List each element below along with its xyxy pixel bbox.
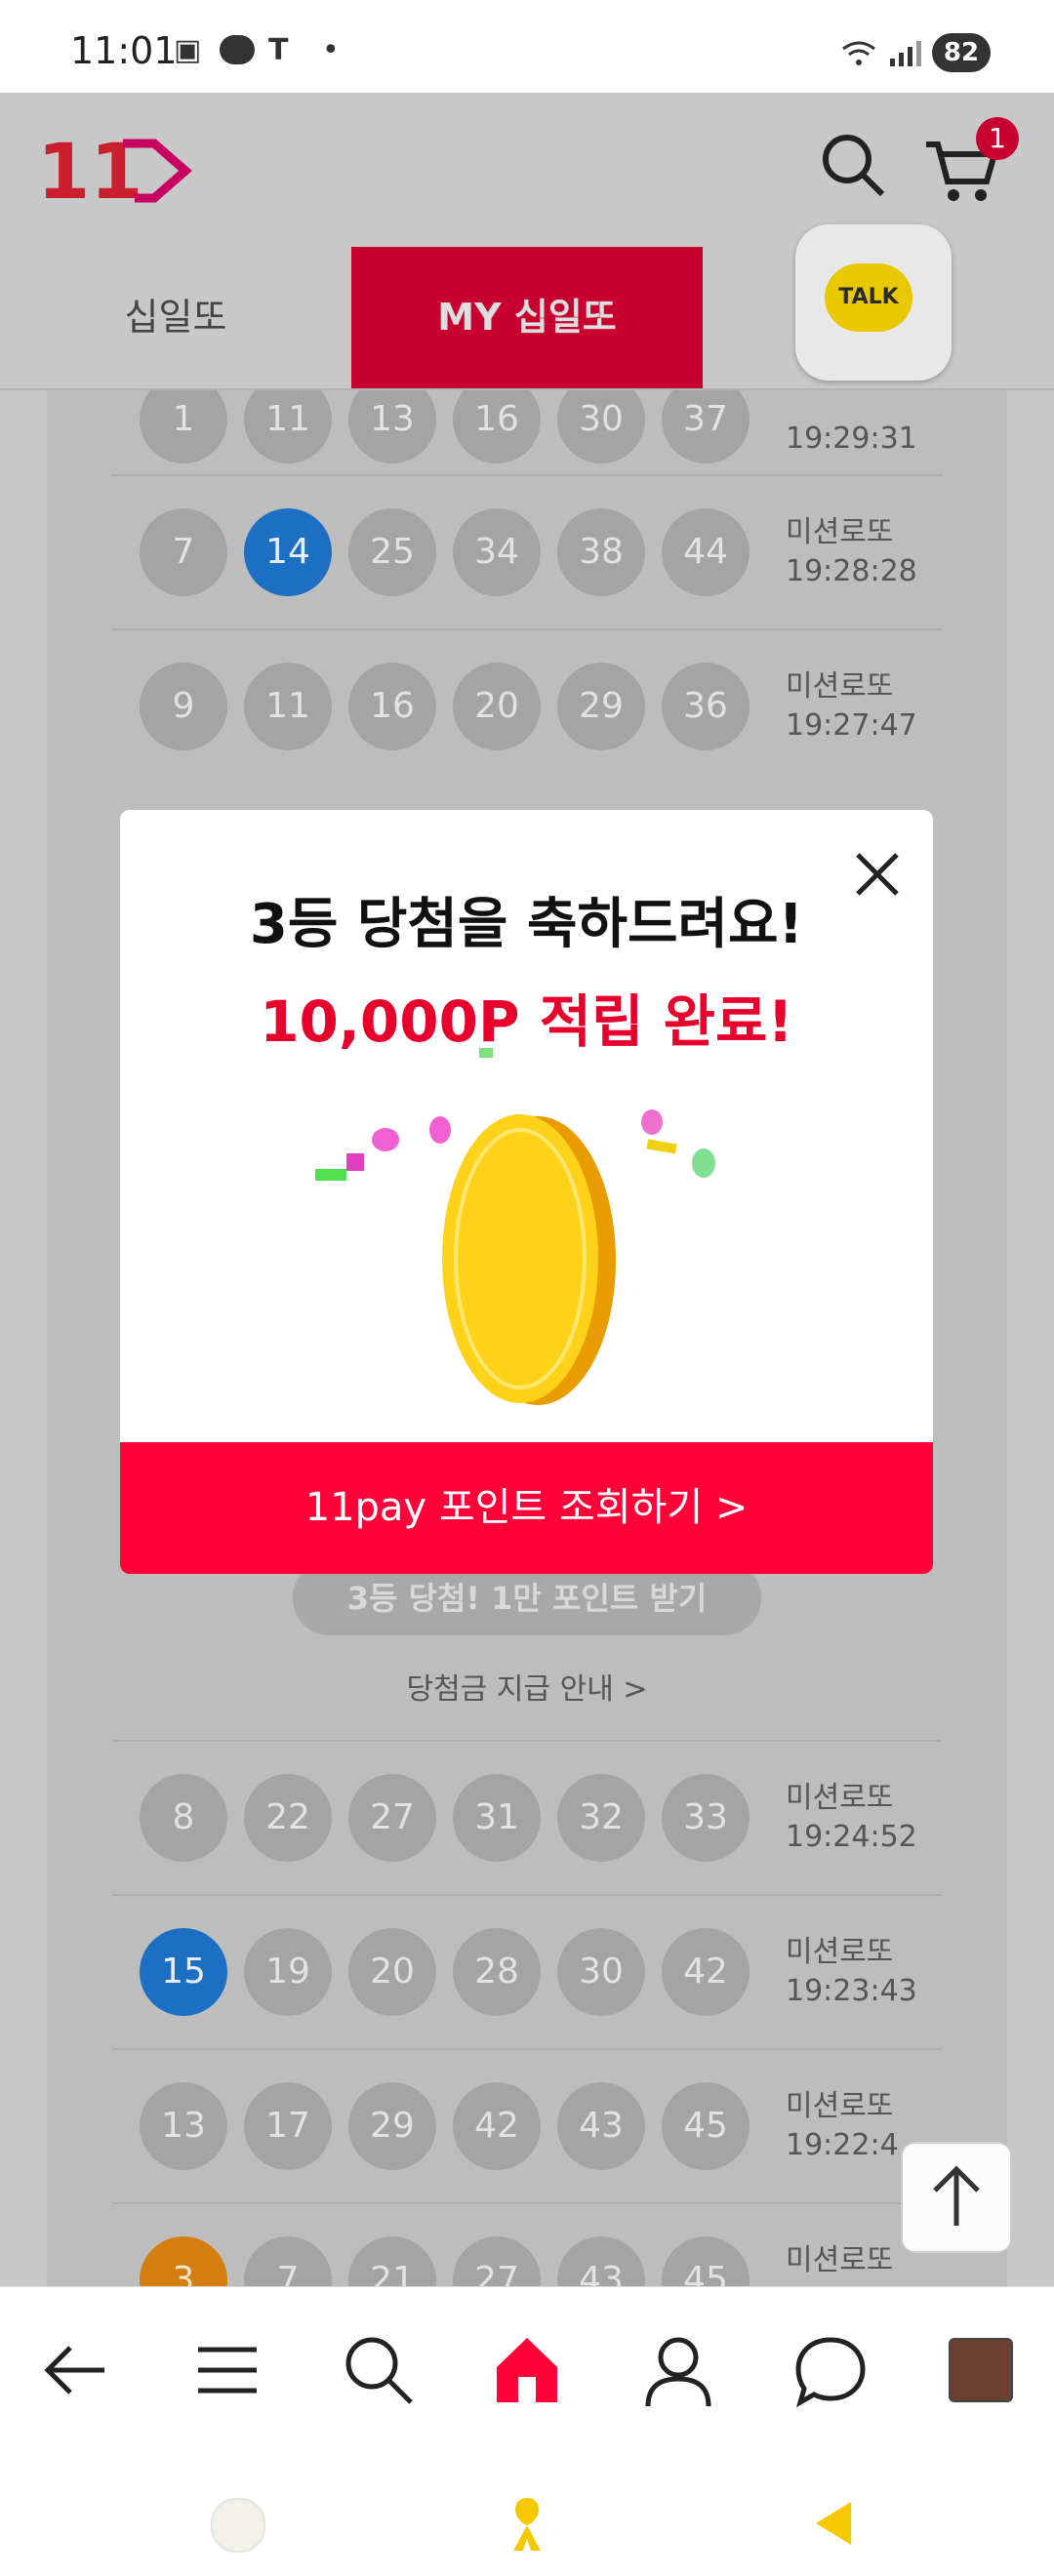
- row-time: 19:29:31: [786, 422, 917, 456]
- row-time: 19:22:4: [786, 2128, 899, 2162]
- lotto-ball: 15: [140, 1928, 227, 2016]
- row-type: 미션로또: [786, 515, 894, 549]
- status-time: 11:01: [70, 29, 178, 72]
- lotto-ball: 30: [557, 1928, 645, 2016]
- battery-indicator: 82: [932, 33, 991, 72]
- row-label: 미션로또 19:27:47: [786, 667, 917, 745]
- lotto-ball: 13: [140, 2082, 227, 2170]
- lotto-ball: 29: [557, 663, 645, 750]
- tab-my-lotto[interactable]: MY 십일또: [351, 247, 703, 388]
- back-icon[interactable]: [31, 2326, 119, 2414]
- row-label: 미션로또 19:22:4: [786, 2087, 899, 2165]
- row-label: 미션로또: [786, 2241, 893, 2280]
- lotto-row: 9 11 16 20 29 36 미션로또 19:27:47: [112, 628, 942, 785]
- system-bar: [0, 2457, 1054, 2576]
- lotto-ball: 11: [244, 663, 332, 750]
- modal-title: 3등 당첨을 축하드려요!: [249, 893, 804, 956]
- lotto-ball: 17: [244, 2082, 332, 2170]
- row-label: 미션로또 19:28:28: [786, 513, 917, 591]
- lotto-ball: 33: [662, 1774, 750, 1862]
- lotto-ball: 8: [140, 1774, 227, 1862]
- lotto-row: 15 19 20 28 30 42 미션로또 19:23:43: [112, 1894, 942, 2050]
- lotto-ball: 20: [453, 663, 541, 750]
- talk-label: TALK: [838, 285, 899, 309]
- lotto-ball: 42: [453, 2082, 541, 2170]
- prize-info-link[interactable]: 당첨금 지급 안내 >: [0, 1665, 1054, 1708]
- screenshot-icon: ▣: [174, 33, 202, 67]
- 11st-logo[interactable]: 11: [37, 132, 193, 210]
- lotto-ball: 25: [348, 508, 436, 596]
- lotto-ball: 45: [662, 2082, 750, 2170]
- coin-illustration: [315, 1048, 715, 1405]
- row-label: 19:29:31: [786, 381, 917, 459]
- row-type: 미션로또: [786, 1935, 894, 1969]
- lotto-ball: 29: [348, 2082, 436, 2170]
- search-icon[interactable]: [820, 132, 888, 200]
- row-type: 미션로또: [786, 1781, 894, 1815]
- row-type: 미션로또: [786, 2089, 894, 2123]
- menu-icon[interactable]: [183, 2326, 271, 2414]
- profile-icon[interactable]: [634, 2326, 722, 2414]
- row-time: 19:28:28: [786, 554, 917, 588]
- row-label: 미션로또 19:24:52: [786, 1779, 917, 1857]
- lotto-ball: 14: [244, 508, 332, 596]
- lotto-ball: 36: [662, 663, 750, 750]
- moon-icon[interactable]: [211, 2498, 265, 2553]
- cart-badge: 1: [976, 117, 1019, 160]
- lotto-ball: 43: [557, 2082, 645, 2170]
- wifi-icon: [842, 41, 875, 65]
- row-time: 19:23:43: [786, 1974, 917, 2008]
- row-label: 미션로또 19:23:43: [786, 1933, 917, 2011]
- prize-modal: 3등 당첨을 축하드려요! 10,000P 적립 완료! 11pay 포인트 조…: [120, 810, 933, 1574]
- talk-icon: [220, 35, 255, 64]
- row-time: 19:27:47: [786, 708, 917, 743]
- lotto-ball: 42: [662, 1928, 750, 2016]
- ribbon-icon[interactable]: [504, 2492, 550, 2555]
- row-time: 19:24:52: [786, 1820, 917, 1854]
- lotto-ball: 38: [557, 508, 645, 596]
- dot-icon: •: [322, 33, 340, 67]
- lotto-ball: 19: [244, 1928, 332, 2016]
- tab-lotto[interactable]: 십일또: [0, 247, 351, 388]
- talk-bubble-icon: TALK: [825, 263, 912, 332]
- lotto-ball: 27: [348, 1774, 436, 1862]
- signal-icon: [890, 41, 921, 66]
- chat-icon[interactable]: [787, 2326, 874, 2414]
- lotto-ball: 20: [348, 1928, 436, 2016]
- status-bar: 11:01 ▣ T • 82: [0, 0, 1054, 93]
- search-icon[interactable]: [335, 2326, 423, 2414]
- lotto-ball: 31: [453, 1774, 541, 1862]
- lotto-ball: 16: [348, 663, 436, 750]
- view-points-button[interactable]: 11pay 포인트 조회하기 >: [120, 1442, 933, 1574]
- row-type: 미션로또: [786, 2243, 894, 2277]
- t-icon: T: [268, 33, 289, 67]
- bottom-nav: [0, 2286, 1054, 2458]
- lotto-row: 8 22 27 31 32 33 미션로또 19:24:52: [112, 1740, 942, 1896]
- lotto-ball: 32: [557, 1774, 645, 1862]
- lotto-ball: 7: [140, 508, 227, 596]
- lotto-ball: 22: [244, 1774, 332, 1862]
- lotto-ball: 44: [662, 508, 750, 596]
- row-type: 미션로또: [786, 669, 894, 704]
- lotto-ball: 34: [453, 508, 541, 596]
- lotto-row: 7 14 25 34 38 44 미션로또 19:28:28: [112, 474, 942, 630]
- recent-thumbnail[interactable]: [949, 2338, 1013, 2402]
- lotto-ball: 28: [453, 1928, 541, 2016]
- scroll-to-top-button[interactable]: [901, 2142, 1012, 2253]
- arrow-up-icon: [933, 2165, 980, 2226]
- lotto-ball: 9: [140, 663, 227, 750]
- home-icon[interactable]: [483, 2326, 571, 2414]
- lotto-row: 13 17 29 42 43 45 미션로또 19:22:4: [112, 2048, 942, 2204]
- kakao-talk-button[interactable]: TALK: [795, 224, 952, 381]
- back-triangle-icon[interactable]: [810, 2496, 859, 2551]
